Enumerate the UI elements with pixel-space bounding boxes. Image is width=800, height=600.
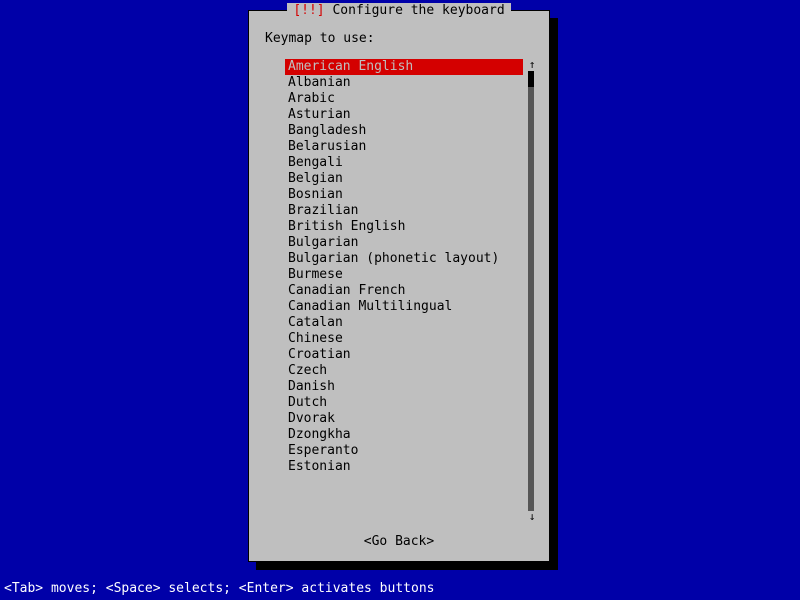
- keymap-item[interactable]: Brazilian: [285, 203, 523, 219]
- go-back-button[interactable]: <Go Back>: [249, 534, 549, 549]
- keymap-item[interactable]: Asturian: [285, 107, 523, 123]
- scroll-track[interactable]: [528, 71, 534, 511]
- keymap-item[interactable]: Canadian Multilingual: [285, 299, 523, 315]
- keymap-item[interactable]: Albanian: [285, 75, 523, 91]
- keymap-item[interactable]: Dzongkha: [285, 427, 523, 443]
- keymap-item[interactable]: Danish: [285, 379, 523, 395]
- dialog-title: [!!] Configure the keyboard: [249, 3, 549, 18]
- keymap-item[interactable]: British English: [285, 219, 523, 235]
- keymap-item[interactable]: Estonian: [285, 459, 523, 475]
- prompt-label: Keymap to use:: [265, 31, 375, 46]
- scroll-thumb[interactable]: [528, 71, 534, 87]
- keymap-item[interactable]: Belarusian: [285, 139, 523, 155]
- keymap-item[interactable]: Catalan: [285, 315, 523, 331]
- keymap-item[interactable]: Dutch: [285, 395, 523, 411]
- keymap-item[interactable]: Belgian: [285, 171, 523, 187]
- help-bar: <Tab> moves; <Space> selects; <Enter> ac…: [4, 581, 434, 596]
- keymap-item[interactable]: Chinese: [285, 331, 523, 347]
- keymap-list[interactable]: American EnglishAlbanianArabicAsturianBa…: [285, 59, 523, 475]
- keymap-item[interactable]: Bulgarian (phonetic layout): [285, 251, 523, 267]
- keymap-item[interactable]: Bengali: [285, 155, 523, 171]
- keymap-item[interactable]: Burmese: [285, 267, 523, 283]
- dialog-configure-keyboard: [!!] Configure the keyboard Keymap to us…: [248, 10, 550, 562]
- scroll-up-icon[interactable]: ↑: [527, 59, 537, 71]
- keymap-item[interactable]: Esperanto: [285, 443, 523, 459]
- keymap-item[interactable]: Bosnian: [285, 187, 523, 203]
- scrollbar[interactable]: ↑ ↓: [527, 59, 537, 523]
- keymap-item[interactable]: Arabic: [285, 91, 523, 107]
- title-text: Configure the keyboard: [332, 3, 504, 18]
- keymap-item[interactable]: Bulgarian: [285, 235, 523, 251]
- keymap-item[interactable]: Czech: [285, 363, 523, 379]
- keymap-item[interactable]: Croatian: [285, 347, 523, 363]
- keymap-item[interactable]: American English: [285, 59, 523, 75]
- keymap-item[interactable]: Dvorak: [285, 411, 523, 427]
- keymap-item[interactable]: Bangladesh: [285, 123, 523, 139]
- title-marker: [!!]: [293, 3, 324, 18]
- scroll-down-icon[interactable]: ↓: [527, 511, 537, 523]
- keymap-item[interactable]: Canadian French: [285, 283, 523, 299]
